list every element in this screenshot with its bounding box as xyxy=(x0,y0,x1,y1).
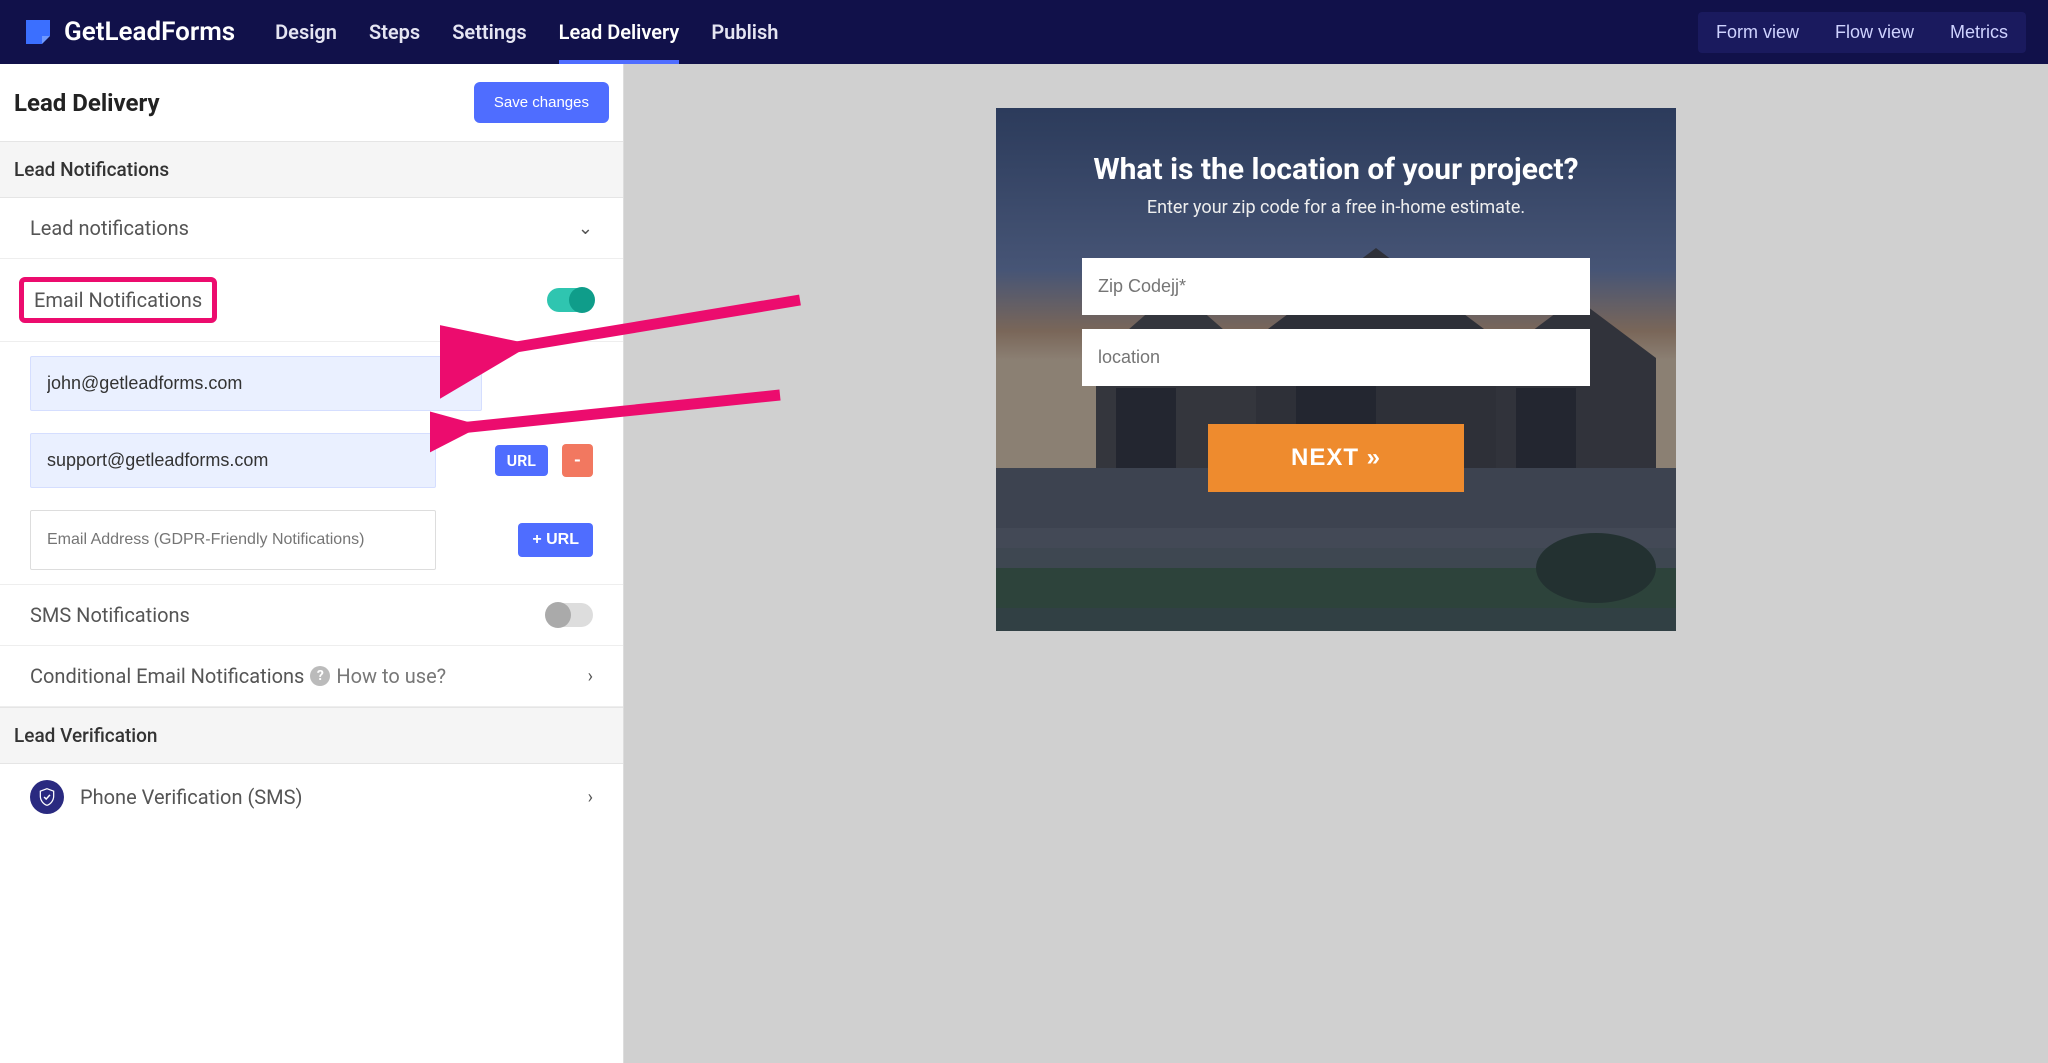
chevron-right-icon: › xyxy=(588,787,593,808)
brand-logo: GetLeadForms xyxy=(22,16,235,48)
row-label: Conditional Email Notifications xyxy=(30,664,304,688)
tab-lead-delivery[interactable]: Lead Delivery xyxy=(559,0,680,64)
row-label: Lead notifications xyxy=(30,216,189,240)
email-input-1[interactable] xyxy=(30,356,482,411)
group-lead-verification: Lead Verification xyxy=(0,707,623,764)
tab-steps[interactable]: Steps xyxy=(369,0,420,64)
tab-publish[interactable]: Publish xyxy=(711,0,778,64)
next-button[interactable]: NEXT » xyxy=(1208,424,1464,492)
brand-name: GetLeadForms xyxy=(64,17,235,47)
url-badge: URL xyxy=(495,445,548,476)
sidebar-header: Lead Delivery Save changes xyxy=(0,64,623,141)
row-label: Email Notifications xyxy=(34,288,202,312)
view-form-button[interactable]: Form view xyxy=(1700,14,1815,51)
toggle-sms-notifications[interactable] xyxy=(547,603,593,627)
row-conditional-email[interactable]: Conditional Email Notifications ? How to… xyxy=(0,646,623,707)
chevron-down-icon: ⌄ xyxy=(578,218,593,239)
form-title: What is the location of your project? xyxy=(1093,152,1578,187)
row-label: SMS Notifications xyxy=(30,603,190,627)
highlight-annotation: Email Notifications xyxy=(19,277,217,323)
zip-code-input[interactable] xyxy=(1082,258,1590,315)
row-phone-verification[interactable]: Phone Verification (SMS) › xyxy=(0,764,623,830)
form-preview-pane: What is the location of your project? En… xyxy=(624,64,2048,1063)
group-lead-notifications: Lead Notifications xyxy=(0,141,623,198)
location-input[interactable] xyxy=(1082,329,1590,386)
how-to-use-link[interactable]: How to use? xyxy=(336,664,446,688)
logo-icon xyxy=(22,16,54,48)
help-icon[interactable]: ? xyxy=(310,666,330,686)
row-lead-notifications[interactable]: Lead notifications ⌄ xyxy=(0,198,623,259)
save-button[interactable]: Save changes xyxy=(474,82,609,123)
row-email-notifications[interactable]: Email Notifications xyxy=(0,259,623,342)
row-sms-notifications[interactable]: SMS Notifications xyxy=(0,585,623,646)
toggle-email-notifications[interactable] xyxy=(547,288,593,312)
view-switcher: Form view Flow view Metrics xyxy=(1698,12,2026,53)
view-metrics-button[interactable]: Metrics xyxy=(1934,14,2024,51)
add-url-button[interactable]: + URL xyxy=(518,523,593,557)
tab-settings[interactable]: Settings xyxy=(452,0,526,64)
page-title: Lead Delivery xyxy=(14,89,160,117)
email-settings-block: URL - + URL xyxy=(0,342,623,585)
top-nav: GetLeadForms Design Steps Settings Lead … xyxy=(0,0,2048,64)
form-subtitle: Enter your zip code for a free in-home e… xyxy=(1147,197,1525,218)
email-input-2[interactable] xyxy=(30,433,436,488)
nav-tabs: Design Steps Settings Lead Delivery Publ… xyxy=(275,0,778,64)
remove-email-button[interactable]: - xyxy=(562,444,593,477)
tab-design[interactable]: Design xyxy=(275,0,337,64)
row-label: Phone Verification (SMS) xyxy=(80,785,302,809)
shield-check-icon xyxy=(30,780,64,814)
email-input-new[interactable] xyxy=(30,510,436,570)
form-card: What is the location of your project? En… xyxy=(996,108,1676,631)
view-flow-button[interactable]: Flow view xyxy=(1819,14,1930,51)
main-area: Lead Delivery Save changes Lead Notifica… xyxy=(0,64,2048,1063)
settings-sidebar: Lead Delivery Save changes Lead Notifica… xyxy=(0,64,624,1063)
chevron-right-icon: › xyxy=(588,666,593,687)
